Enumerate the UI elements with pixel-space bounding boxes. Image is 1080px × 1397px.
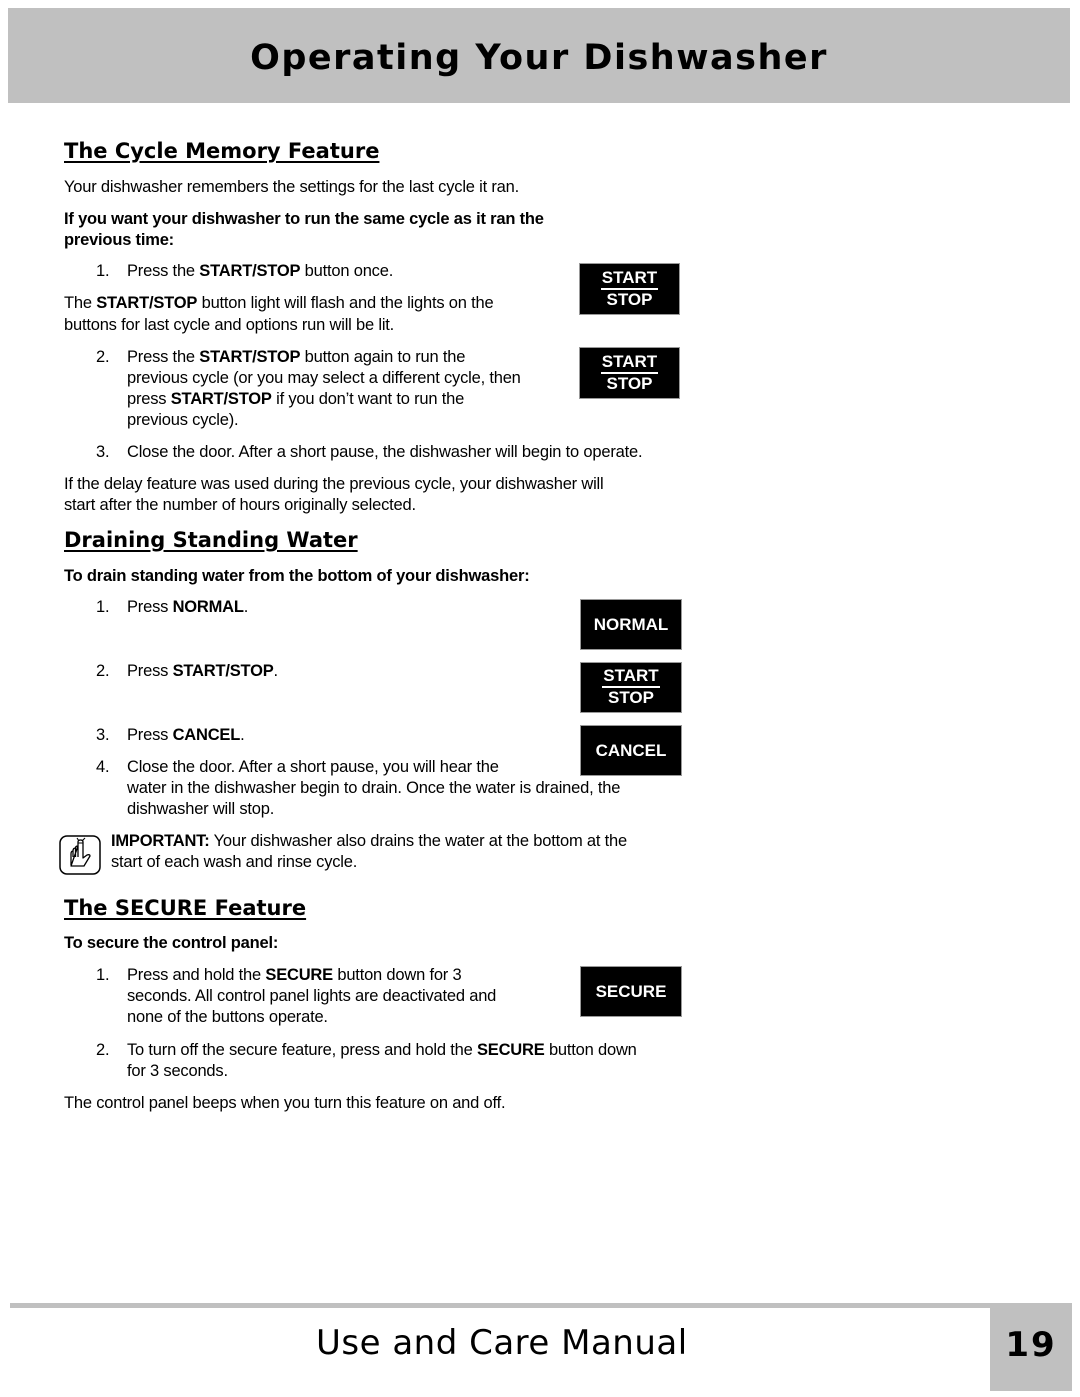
text: . [243, 598, 249, 616]
section-heading-cycle-memory: The Cycle Memory Feature [64, 139, 380, 163]
cycle-memory-step-1: Press the START/STOP button once. [127, 261, 393, 282]
start-stop-button-illustration: START STOP [579, 263, 680, 315]
text: Press [127, 726, 173, 744]
step-number: 3. [96, 726, 110, 744]
text: Press and hold the [127, 966, 266, 984]
text-bold: CANCEL [172, 726, 241, 744]
normal-button-illustration: NORMAL [580, 599, 682, 650]
text: . [273, 662, 279, 680]
text-bold: START/STOP [170, 390, 272, 408]
text-bold: NORMAL [172, 598, 244, 616]
stop-label: STOP [606, 289, 653, 309]
secure-step-1-line-1: Press and hold the SECURE button down fo… [127, 965, 462, 986]
step-number: 3. [96, 443, 110, 461]
important-label: IMPORTANT: [111, 832, 210, 850]
secure-step-1-line-2: seconds. All control panel lights are de… [127, 987, 497, 1005]
text-bold: SECURE [476, 1041, 545, 1059]
start-label: START [600, 268, 659, 290]
cycle-memory-step-2-line-3: press START/STOP if you don’t want to ru… [127, 389, 464, 410]
footer-divider [10, 1303, 990, 1308]
cycle-memory-instruction-1: If you want your dishwasher to run the s… [64, 210, 544, 228]
delay-note-line-1: If the delay feature was used during the… [64, 475, 604, 493]
text: button down for 3 [332, 966, 462, 984]
start-stop-button-illustration: START STOP [580, 662, 682, 713]
text-bold: START/STOP [199, 262, 301, 280]
cycle-memory-step-3: Close the door. After a short pause, the… [127, 443, 643, 461]
secure-button-illustration: SECURE [580, 966, 682, 1017]
cycle-memory-step-2-line-4: previous cycle). [127, 411, 239, 429]
text: Your dishwasher also drains the water at… [209, 832, 628, 850]
cycle-memory-step-2-line-2: previous cycle (or you may select a diff… [127, 369, 521, 387]
stop-label: STOP [606, 373, 653, 393]
step-number: 4. [96, 758, 110, 776]
step-number: 1. [96, 262, 110, 280]
step-number: 2. [96, 662, 110, 680]
draining-step-4-line-2: water in the dishwasher begin to drain. … [127, 779, 621, 797]
text: if you don’t want to run the [271, 390, 465, 408]
secure-step-2-line-2: for 3 seconds. [127, 1062, 228, 1080]
draining-step-4-line-3: dishwasher will stop. [127, 800, 275, 818]
page-number-box: 19 [990, 1303, 1072, 1391]
footer-title: Use and Care Manual [316, 1323, 688, 1363]
text: . [240, 726, 245, 744]
draining-step-4-line-1: Close the door. After a short pause, you… [127, 758, 499, 776]
page-title: Operating Your Dishwasher [250, 38, 828, 78]
text-bold: START/STOP [96, 294, 198, 312]
secure-closing: The control panel beeps when you turn th… [64, 1094, 506, 1112]
text: button again to run the [300, 348, 466, 366]
text: press [127, 390, 171, 408]
section-heading-draining: Draining Standing Water [64, 528, 358, 552]
step-number: 1. [96, 598, 110, 616]
text: button once. [300, 262, 394, 280]
start-stop-button-illustration: START STOP [579, 347, 680, 399]
text: To turn off the secure feature, press an… [127, 1041, 477, 1059]
start-label: START [600, 352, 659, 374]
cancel-label: CANCEL [595, 740, 667, 760]
text: button down [544, 1041, 637, 1059]
text: Press the [127, 262, 200, 280]
text-bold: SECURE [265, 966, 333, 984]
cycle-memory-step-2-line-1: Press the START/STOP button again to run… [127, 347, 465, 368]
cycle-memory-instruction-2: previous time: [64, 231, 174, 249]
step-number: 1. [96, 966, 110, 984]
section-heading-secure: The SECURE Feature [64, 896, 307, 920]
page-number: 19 [1005, 1325, 1057, 1365]
normal-label: NORMAL [593, 614, 669, 634]
delay-note-line-2: start after the number of hours original… [64, 496, 416, 514]
text: Press [127, 598, 173, 616]
text-bold: START/STOP [199, 348, 301, 366]
draining-step-2: Press START/STOP. [127, 661, 278, 682]
step-number: 2. [96, 348, 110, 366]
cycle-memory-note-line-2: buttons for last cycle and options run w… [64, 316, 395, 334]
stop-label: STOP [608, 688, 654, 707]
text: button light will flash and the lights o… [197, 294, 494, 312]
text: Press [127, 662, 173, 680]
draining-step-1: Press NORMAL. [127, 597, 248, 618]
cycle-memory-intro: Your dishwasher remembers the settings f… [64, 178, 520, 196]
secure-step-2-line-1: To turn off the secure feature, press an… [127, 1040, 637, 1061]
cycle-memory-note-line-1: The START/STOP button light will flash a… [64, 293, 494, 314]
secure-instruction: To secure the control panel: [64, 934, 279, 952]
important-note-line-1: IMPORTANT: Your dishwasher also drains t… [111, 831, 627, 852]
secure-step-1-line-3: none of the buttons operate. [127, 1008, 328, 1026]
step-number: 2. [96, 1041, 110, 1059]
draining-step-3: Press CANCEL. [127, 725, 245, 746]
start-label: START [602, 667, 660, 688]
secure-label: SECURE [595, 981, 667, 1001]
page-header: Operating Your Dishwasher [8, 8, 1070, 103]
text: The [64, 294, 97, 312]
draining-instruction: To drain standing water from the bottom … [64, 567, 530, 585]
text-bold: START/STOP [172, 662, 274, 680]
cancel-button-illustration: CANCEL [580, 725, 682, 776]
text: Press the [127, 348, 200, 366]
important-note-line-2: start of each wash and rinse cycle. [111, 853, 358, 871]
reminder-finger-icon [59, 835, 101, 875]
